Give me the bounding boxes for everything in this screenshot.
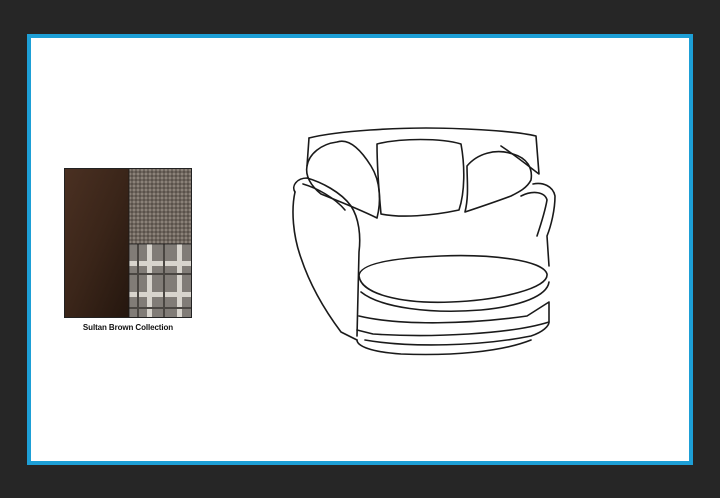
fabric-swatch-image [64, 168, 192, 318]
swatch-caption: Sultan Brown Collection [82, 323, 174, 332]
seat-cushion [358, 254, 548, 304]
chair-outline-icon [292, 127, 556, 356]
product-frame: Sultan Brown Collection [27, 34, 693, 465]
check-fabric-panel [129, 244, 191, 317]
fabric-swatch-graphic [65, 169, 191, 317]
tweed-fabric-panel [129, 169, 191, 244]
brown-fabric-panel [65, 169, 129, 317]
left-back-cushion [305, 140, 381, 219]
swivel-chair-drawing [281, 126, 571, 356]
center-back-cushion [376, 138, 465, 217]
fabric-swatch-card: Sultan Brown Collection [64, 168, 192, 332]
